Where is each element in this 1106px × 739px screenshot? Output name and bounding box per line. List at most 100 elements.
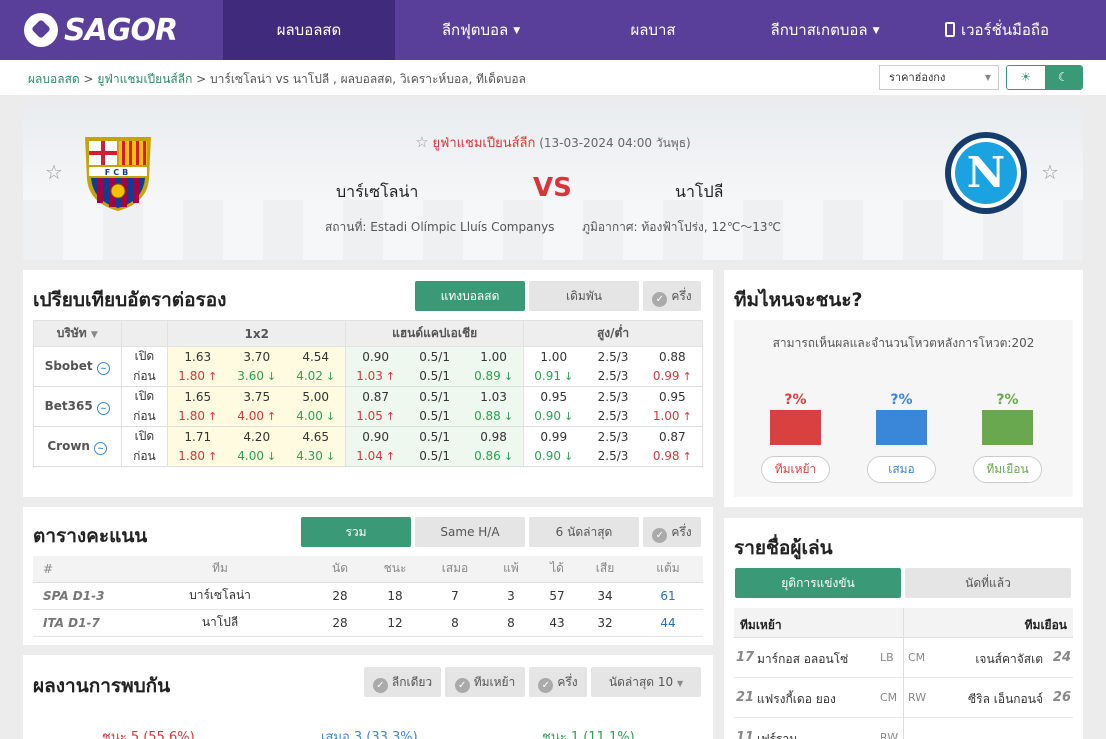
home-player-name[interactable]: เฟร์ราน xyxy=(757,730,797,739)
odds-value[interactable]: 4.00 ↓ xyxy=(229,449,285,463)
odds-value[interactable]: 1.05 ↑ xyxy=(348,409,404,423)
odds-value[interactable]: 1.03 ↑ xyxy=(348,369,404,383)
odds-value[interactable]: 2.5/3 xyxy=(585,350,641,364)
odds-value[interactable]: 0.90 xyxy=(348,350,404,364)
odds-value[interactable]: 1.71 xyxy=(170,430,226,444)
nav-basketball-leagues[interactable]: ลีกบาสเกตบอล ▼ xyxy=(739,0,911,60)
odds-value[interactable]: 0.87 xyxy=(644,430,700,444)
breadcrumb-league[interactable]: ยูฟ่าแชมเปียนส์ลีก xyxy=(97,72,192,86)
away-team-name[interactable]: นาโปลี xyxy=(675,180,723,205)
h2h-half-toggle[interactable]: ✓ ครึ่ง xyxy=(529,667,587,697)
trend-chart-icon[interactable]: ~ xyxy=(94,441,108,455)
trend-chart-icon[interactable]: ~ xyxy=(96,361,110,375)
odds-value[interactable]: 4.20 xyxy=(229,430,285,444)
company-cell[interactable]: Sbobet ~ xyxy=(33,346,122,387)
odds-value[interactable]: 0.89 ↓ xyxy=(466,369,522,383)
odds-value[interactable]: 1.80 ↑ xyxy=(170,369,226,383)
odds-value[interactable]: 1.65 xyxy=(170,390,226,404)
odds-value[interactable]: 0.98 ↑ xyxy=(644,449,700,463)
tab-live-betting[interactable]: แทงบอลสด xyxy=(415,281,525,311)
odds-value[interactable]: 1.63 xyxy=(170,350,226,364)
vote-draw-button[interactable]: เสมอ xyxy=(867,456,936,483)
odds-value[interactable]: 0.90 ↓ xyxy=(526,449,582,463)
company-cell[interactable]: Bet365 ~ xyxy=(33,386,122,427)
odds-value[interactable]: 0.86 ↓ xyxy=(466,449,522,463)
odds-value[interactable]: 0.5/1 xyxy=(407,409,463,423)
home-player-name[interactable]: มาร์กอส อลอนโซ่ xyxy=(757,650,848,669)
tab-standings-last6[interactable]: 6 นัดล่าสุด xyxy=(529,517,639,547)
h2h-same-league-toggle[interactable]: ✓ ลีกเดียว xyxy=(364,667,441,697)
odds-value[interactable]: 0.98 xyxy=(466,430,522,444)
team-name[interactable]: บาร์เซโลน่า xyxy=(125,582,315,610)
odds-value[interactable]: 0.5/1 xyxy=(407,390,463,404)
favorite-away-star-icon[interactable]: ☆ xyxy=(1039,161,1061,183)
nav-live-scores[interactable]: ผลบอลสด xyxy=(223,0,395,60)
odds-value[interactable]: 0.5/1 xyxy=(407,430,463,444)
odds-value[interactable]: 0.95 xyxy=(526,390,582,404)
odds-value[interactable]: 0.91 ↓ xyxy=(526,369,582,383)
tab-standings-same-ha[interactable]: Same H/A xyxy=(415,517,525,547)
odds-value[interactable]: 2.5/3 xyxy=(585,449,641,463)
odds-value[interactable]: 3.60 ↓ xyxy=(229,369,285,383)
tab-lineup-last-match[interactable]: นัดที่แล้ว xyxy=(905,568,1071,598)
nav-basketball-results[interactable]: ผลบาส xyxy=(567,0,739,60)
odds-value[interactable]: 0.5/1 xyxy=(407,350,463,364)
odds-value[interactable]: 0.5/1 xyxy=(407,369,463,383)
odds-value[interactable]: 1.00 xyxy=(526,350,582,364)
nav-football-leagues[interactable]: ลีกฟุตบอล ▼ xyxy=(395,0,567,60)
odds-value[interactable]: 4.54 xyxy=(288,350,344,364)
h2h-home-toggle[interactable]: ✓ ทีมเหย้า xyxy=(445,667,525,697)
breadcrumb-home[interactable]: ผลบอลสด xyxy=(28,72,80,86)
odds-value[interactable]: 2.5/3 xyxy=(585,430,641,444)
site-logo[interactable]: SAGOR xyxy=(24,12,178,48)
odds-value[interactable]: 0.88 ↓ xyxy=(466,409,522,423)
odds-value[interactable]: 1.04 ↑ xyxy=(348,449,404,463)
company-header[interactable]: บริษัท ▼ xyxy=(33,320,122,347)
odds-value[interactable]: 0.95 xyxy=(644,390,700,404)
odds-value[interactable]: 4.00 ↓ xyxy=(288,409,344,423)
away-player-name[interactable]: เจนส์คาจัสเต xyxy=(975,650,1043,669)
odds-half-toggle[interactable]: ✓ ครึ่ง xyxy=(643,281,701,311)
odds-value[interactable]: 0.90 ↓ xyxy=(526,409,582,423)
odds-value[interactable]: 5.00 xyxy=(288,390,344,404)
odds-value[interactable]: 1.00 ↑ xyxy=(644,409,700,423)
company-cell[interactable]: Crown ~ xyxy=(33,426,122,467)
nav-mobile-version[interactable]: เวอร์ชั่นมือถือ xyxy=(911,0,1083,60)
odds-value[interactable]: 4.65 xyxy=(288,430,344,444)
away-player-name[interactable]: ซีริล เอ็นกอนจ์ xyxy=(968,690,1043,709)
odds-value[interactable]: 3.75 xyxy=(229,390,285,404)
standings-half-toggle[interactable]: ✓ ครึ่ง xyxy=(643,517,701,547)
tab-standings-total[interactable]: รวม xyxy=(301,517,411,547)
odds-format-select[interactable]: ราคาฮ่องกง ▼ xyxy=(879,65,999,90)
odds-value[interactable]: 0.90 xyxy=(348,430,404,444)
theme-toggle[interactable]: ☀ ☾ xyxy=(1006,65,1083,90)
trend-chart-icon[interactable]: ~ xyxy=(96,401,110,415)
h2h-last-select[interactable]: นัดล่าสุด 10 ▼ xyxy=(591,667,701,697)
odds-value[interactable]: 0.5/1 xyxy=(407,449,463,463)
moon-icon[interactable]: ☾ xyxy=(1044,66,1082,89)
odds-value[interactable]: 1.03 xyxy=(466,390,522,404)
odds-value[interactable]: 4.02 ↓ xyxy=(288,369,344,383)
favorite-home-star-icon[interactable]: ☆ xyxy=(43,161,65,183)
odds-value[interactable]: 0.87 xyxy=(348,390,404,404)
tab-lineup-finished[interactable]: ยุติการแข่งขัน xyxy=(735,568,901,598)
vote-home-button[interactable]: ทีมเหย้า xyxy=(761,456,830,483)
odds-value[interactable]: 2.5/3 xyxy=(585,369,641,383)
tab-betting[interactable]: เดิมพัน xyxy=(529,281,639,311)
sun-icon[interactable]: ☀ xyxy=(1007,66,1045,89)
odds-value[interactable]: 0.88 xyxy=(644,350,700,364)
odds-value[interactable]: 4.00 ↑ xyxy=(229,409,285,423)
home-player-name[interactable]: แฟรงกี้เดอ ยอง xyxy=(757,690,836,709)
odds-value[interactable]: 1.00 xyxy=(466,350,522,364)
odds-value[interactable]: 3.70 xyxy=(229,350,285,364)
team-name[interactable]: นาโปลี xyxy=(125,609,315,637)
odds-value[interactable]: 1.80 ↑ xyxy=(170,449,226,463)
vote-away-button[interactable]: ทีมเยือน xyxy=(973,456,1042,483)
odds-value[interactable]: 4.30 ↓ xyxy=(288,449,344,463)
odds-value[interactable]: 0.99 xyxy=(526,430,582,444)
competition-name[interactable]: ยูฟ่าแชมเปียนส์ลีก xyxy=(433,136,536,151)
odds-value[interactable]: 2.5/3 xyxy=(585,390,641,404)
odds-value[interactable]: 2.5/3 xyxy=(585,409,641,423)
odds-value[interactable]: 0.99 ↑ xyxy=(644,369,700,383)
odds-value[interactable]: 1.80 ↑ xyxy=(170,409,226,423)
